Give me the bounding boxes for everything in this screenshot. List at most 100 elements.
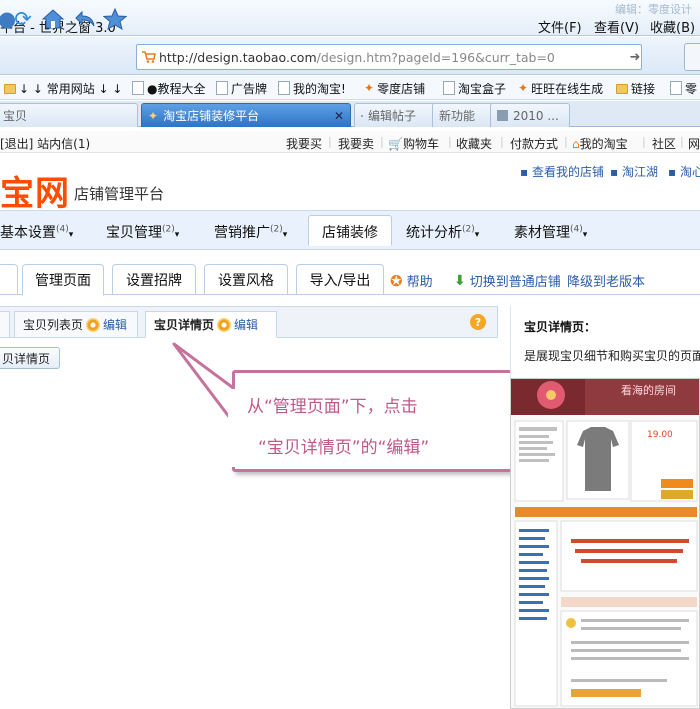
link-label: 查看我的店铺 (531, 165, 604, 179)
bookmark-label: 我的淘宝! (293, 81, 346, 96)
preview-price: 19.00 (647, 430, 673, 440)
switch-label: 切换到普通店铺 (469, 275, 561, 290)
link-my-taobao[interactable]: ⌂我的淘宝 (572, 135, 628, 152)
pagetab-item-list[interactable]: 宝贝列表页 编辑 (14, 311, 138, 338)
undo-icon[interactable] (72, 6, 98, 32)
pagetab-label: 宝贝详情页 (154, 318, 215, 332)
page-icon (361, 114, 363, 117)
bookmark-label: 广告牌 (231, 81, 268, 96)
close-tab-icon[interactable]: ✕ (334, 109, 344, 123)
edit-detail-page-link[interactable]: 编辑 (234, 316, 258, 333)
nav-label: 素材管理 (514, 225, 570, 241)
chevron-down-icon: ▾ (174, 230, 180, 240)
nav-label: 基本设置 (0, 225, 56, 241)
subtab-edge (0, 264, 18, 295)
home-icon: ⌂ (572, 137, 580, 151)
edit-list-page-link[interactable]: 编辑 (103, 316, 127, 333)
nav-item-management[interactable]: 宝贝管理(2)▾ (106, 222, 179, 242)
link-view-my-shop[interactable]: ▪ 查看我的店铺 (520, 163, 604, 180)
nav-basic-settings[interactable]: 基本设置(4)▾ (0, 222, 73, 242)
bookmark-billboard[interactable]: 广告牌 (216, 80, 267, 96)
home-icon[interactable] (40, 6, 66, 32)
taobao-logo[interactable]: 宝网 (0, 166, 70, 215)
link-payment[interactable]: 付款方式 (510, 135, 558, 152)
link-buy[interactable]: 我要买 (286, 135, 322, 152)
preview-banner-text: 看海的房间 (621, 383, 676, 397)
switch-normal-shop-link[interactable]: ⬇ 切换到普通店铺 (454, 271, 561, 291)
nav-materials[interactable]: 素材管理(4)▾ (514, 222, 587, 242)
nav-marketing[interactable]: 营销推广(2)▾ (214, 222, 287, 242)
folder-icon (616, 84, 628, 94)
nav-label: 统计分析 (406, 225, 462, 241)
platform-title: 店铺管理平台 (74, 185, 165, 203)
link-label: 我的淘宝 (579, 137, 628, 151)
help-label: 帮助 (406, 275, 433, 290)
menu-file[interactable]: 文件(F) (538, 17, 582, 36)
bookmark-zero-shop[interactable]: ✦ 零度店铺 (364, 80, 425, 96)
link-cart[interactable]: 🛒购物车 (388, 135, 439, 152)
link-favorites[interactable]: 收藏夹 (456, 135, 492, 152)
nav-shop-decoration[interactable]: 店铺装修 (322, 222, 378, 242)
browser-window: 平台 - 世界之窗 3.0 编辑：零度设计 文件(F) 查看(V) 收藏(B) … (0, 0, 700, 709)
bookmark-links[interactable]: 链接 (616, 80, 655, 96)
bookmark-label: 淘宝盒子 (458, 81, 507, 96)
divider: | (642, 135, 646, 148)
link-sell[interactable]: 我要卖 (338, 135, 374, 152)
menu-view[interactable]: 查看(V) (594, 17, 639, 36)
tab-2010[interactable]: 2010 ... (490, 103, 570, 127)
lifebuoy-icon: ✪ (390, 271, 403, 290)
go-arrow-icon[interactable]: ➜ (624, 44, 646, 70)
callout-text-line2: “宝贝详情页”的“编辑” (258, 438, 430, 458)
link-taojianghu[interactable]: ▪ 淘江湖 (610, 163, 658, 180)
subtab-set-sign[interactable]: 设置招牌 (112, 264, 196, 295)
menu-favorites[interactable]: 收藏(B) (650, 17, 695, 36)
cart-icon: ✦ (148, 108, 159, 123)
link-community[interactable]: 社区 (652, 135, 676, 152)
pagetab-label: 宝贝列表页 (23, 318, 84, 332)
divider: | (500, 135, 504, 148)
callout-text-line1: 从“管理页面”下，点击 (247, 397, 418, 417)
bookmark-label: 旺旺在线生成 (531, 81, 604, 96)
logout-messages[interactable]: [退出] 站内信(1) (0, 135, 90, 152)
tab-label: 淘宝店铺装修平台 (163, 109, 260, 123)
url-path: /design.htm?pageId=196&curr_tab=0 (316, 50, 555, 65)
callout-joint (228, 389, 236, 467)
pagetab-item-detail[interactable]: 宝贝详情页 编辑 (145, 311, 277, 338)
page-icon (216, 81, 228, 95)
bookmark-tutorials[interactable]: ●教程大全 (132, 80, 205, 96)
subtab-import-export[interactable]: 导入/导出 (296, 264, 384, 295)
tab-shop-decoration[interactable]: ✦ 淘宝店铺装修平台 ✕ (141, 103, 351, 127)
link-net[interactable]: 网 (688, 135, 700, 152)
nav-count: (2) (270, 224, 283, 235)
item-detail-page-button[interactable]: 贝详情页 (0, 347, 60, 369)
bookmark-taobao-box[interactable]: 淘宝盒子 (443, 80, 506, 96)
bookmark-label: 链接 (631, 81, 656, 96)
cart-icon: ✦ (364, 81, 375, 95)
bookmark-label: 零 (685, 81, 698, 96)
downgrade-link[interactable]: 降级到老版本 (567, 271, 645, 290)
bookmark-zero[interactable]: 零 (670, 80, 697, 96)
bookmark-label: ↓ ↓ 常用网站 ↓ ↓ (19, 81, 123, 96)
bookmark-my-taobao[interactable]: 我的淘宝! (278, 80, 346, 96)
refresh-icon[interactable]: ⟳ (10, 6, 36, 32)
subtab-manage-pages[interactable]: 管理页面 (22, 264, 104, 296)
bookmark-common-sites[interactable]: ↓ ↓ 常用网站 ↓ ↓ (4, 80, 122, 96)
search-engine-button[interactable] (684, 43, 700, 71)
bookmark-wangwang[interactable]: ✦ 旺旺在线生成 (518, 80, 603, 96)
gear-icon (217, 317, 232, 332)
bookmark-label: ●教程大全 (147, 81, 206, 96)
help-link[interactable]: ✪ 帮助 (390, 271, 433, 291)
tab-label: 新功能 (439, 109, 476, 123)
tab-label: 编辑帖子 (368, 109, 417, 123)
tab-baobei[interactable]: 宝贝 (0, 103, 138, 127)
nav-statistics[interactable]: 统计分析(2)▾ (406, 222, 479, 242)
favorite-star-icon[interactable] (102, 6, 128, 32)
nav-label: 宝贝管理 (106, 225, 162, 241)
link-taoxin[interactable]: ▪ 淘心 (668, 163, 700, 180)
address-bar[interactable]: http://design.taobao.com/design.htm?page… (136, 44, 642, 70)
subtab-set-style[interactable]: 设置风格 (204, 264, 288, 295)
help-question-icon[interactable]: ? (470, 314, 486, 330)
panel-description: 是展现宝贝细节和购买宝贝的页面 (524, 349, 700, 363)
cart-icon: 🛒 (388, 137, 403, 151)
chevron-down-icon: ▾ (282, 230, 288, 240)
